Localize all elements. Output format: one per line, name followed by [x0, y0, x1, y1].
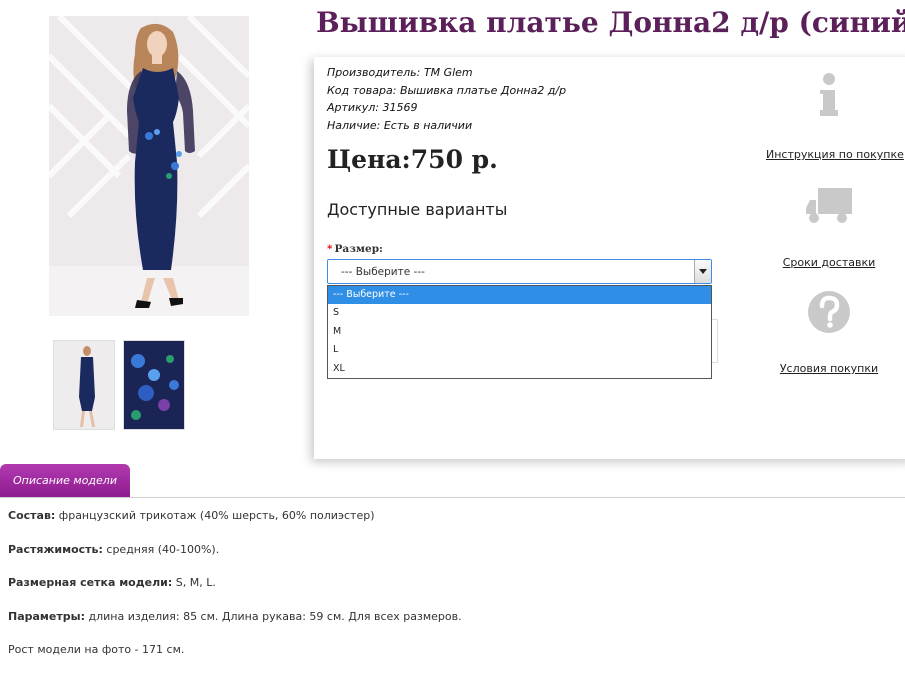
side-link-terms[interactable]: Условия покупки [766, 290, 892, 375]
size-dropdown-list[interactable]: --- Выберите --- S M L XL [327, 285, 712, 379]
description-line: Параметры: длина изделия: 85 см. Длина р… [8, 609, 462, 623]
product-title: Вышивка платье Донна2 д/р (синий) [316, 6, 905, 39]
description-line: Размерная сетка модели: S, M, L. [8, 576, 216, 589]
thumbnail-front[interactable] [53, 340, 115, 430]
info-icon [820, 73, 838, 116]
thumbnail-embroidery[interactable] [123, 340, 185, 430]
side-link-delivery[interactable]: Сроки доставки [766, 186, 892, 269]
required-mark: * [327, 243, 333, 255]
size-label: * Размер: [327, 243, 383, 255]
side-link-label[interactable]: Условия покупки [766, 362, 892, 375]
side-link-instructions[interactable]: Инструкция по покупке [766, 72, 904, 161]
description-line: Растяжимость: средняя (40-100%). [8, 542, 220, 556]
chevron-down-icon[interactable] [694, 260, 711, 283]
side-link-label[interactable]: Сроки доставки [766, 256, 892, 269]
product-meta: Производитель: TM Glem Код товара: Вышив… [327, 64, 566, 134]
description-line: Рост модели на фото - 171 см. [8, 643, 185, 656]
meta-availability: Наличие: Есть в наличии [327, 118, 473, 132]
tab-divider [0, 497, 905, 498]
meta-product-code: Код товара: Вышивка платье Донна2 д/р [327, 83, 567, 97]
size-select[interactable]: --- Выберите --- [327, 259, 712, 284]
variants-heading: Доступные варианты [327, 200, 508, 219]
size-option[interactable]: XL [328, 360, 711, 378]
meta-article: Артикул: 31569 [327, 101, 418, 114]
question-icon [808, 291, 850, 333]
side-link-label[interactable]: Инструкция по покупке [766, 148, 904, 161]
product-main-image[interactable] [49, 16, 249, 316]
size-option[interactable]: L [328, 341, 711, 359]
product-price: Цена:750 р. [327, 145, 498, 174]
description-line: Состав: французский трикотаж (40% шерсть… [8, 509, 375, 522]
meta-manufacturer: Производитель: TM Glem [327, 66, 473, 79]
size-option[interactable]: S [328, 304, 711, 322]
size-option[interactable]: M [328, 323, 711, 341]
size-select-value: --- Выберите --- [341, 266, 425, 278]
tab-description[interactable]: Описание модели [0, 464, 130, 497]
size-option[interactable]: --- Выберите --- [328, 286, 711, 305]
product-description: Состав: французский трикотаж (40% шерсть… [8, 509, 462, 677]
truck-icon [806, 188, 852, 223]
